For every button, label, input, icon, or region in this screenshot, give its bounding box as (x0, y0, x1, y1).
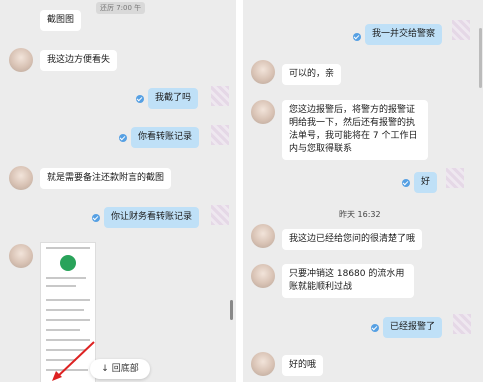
read-check-icon (353, 33, 361, 41)
message-outgoing: 我截了吗 (148, 88, 199, 109)
avatar-blurred[interactable] (211, 86, 229, 106)
message-incoming: 您这边报警后，将警方的报警证明给我一下，然后还有报警的执法单号，我可能将在 7 … (282, 100, 428, 160)
success-check-icon (60, 255, 76, 271)
message-incoming: 可以的，亲 (282, 64, 342, 85)
message-incoming: 好的哦 (282, 355, 324, 376)
avatar[interactable] (9, 48, 33, 72)
avatar[interactable] (9, 244, 33, 268)
avatar-blurred[interactable] (446, 168, 464, 188)
read-check-icon (136, 95, 144, 103)
message-outgoing: 我一并交给警察 (365, 24, 443, 45)
avatar[interactable] (251, 352, 275, 376)
left-chat-panel: 还厉 7:00 午 截图图 我这边方便看失 我截了吗 你看转账记录 就是需要备注… (0, 0, 236, 382)
avatar[interactable] (251, 60, 275, 84)
avatar-blurred[interactable] (453, 314, 471, 334)
read-check-icon (92, 214, 100, 222)
message-outgoing: 你看转账记录 (131, 127, 200, 148)
read-check-icon (119, 134, 127, 142)
scrollbar[interactable] (230, 300, 233, 320)
message-outgoing: 你让财务看转账记录 (104, 207, 200, 228)
avatar[interactable] (251, 264, 275, 288)
message-outgoing: 好 (414, 172, 438, 193)
time-divider: 昨天 16:32 (339, 210, 381, 219)
scroll-to-bottom-button[interactable]: ↓ 回底部 (90, 359, 150, 379)
arrow-down-icon: ↓ (101, 364, 112, 374)
panel-divider (236, 0, 243, 382)
message-incoming: 我这边方便看失 (40, 50, 118, 71)
status-time: 还厉 7:00 午 (96, 2, 146, 14)
scrollbar[interactable] (479, 28, 482, 88)
message-incoming: 只要冲销这 18680 的流水用账就能顺利过战 (282, 264, 414, 298)
read-check-icon (402, 179, 410, 187)
avatar[interactable] (9, 166, 33, 190)
message-incoming: 就是需要备注还款附言的截图 (40, 168, 172, 189)
avatar-blurred[interactable] (452, 20, 470, 40)
message-outgoing: 已经报警了 (383, 317, 443, 338)
avatar[interactable] (251, 224, 275, 248)
avatar-blurred[interactable] (211, 205, 229, 225)
message-incoming: 我这边已经给您问的很清楚了哦 (282, 229, 423, 250)
avatar-blurred[interactable] (211, 125, 229, 145)
right-chat-panel: 我一并交给警察 可以的，亲 您这边报警后，将警方的报警证明给我一下，然后还有报警… (243, 0, 483, 382)
read-check-icon (371, 324, 379, 332)
message-incoming: 截图图 (40, 10, 82, 31)
avatar[interactable] (251, 100, 275, 124)
